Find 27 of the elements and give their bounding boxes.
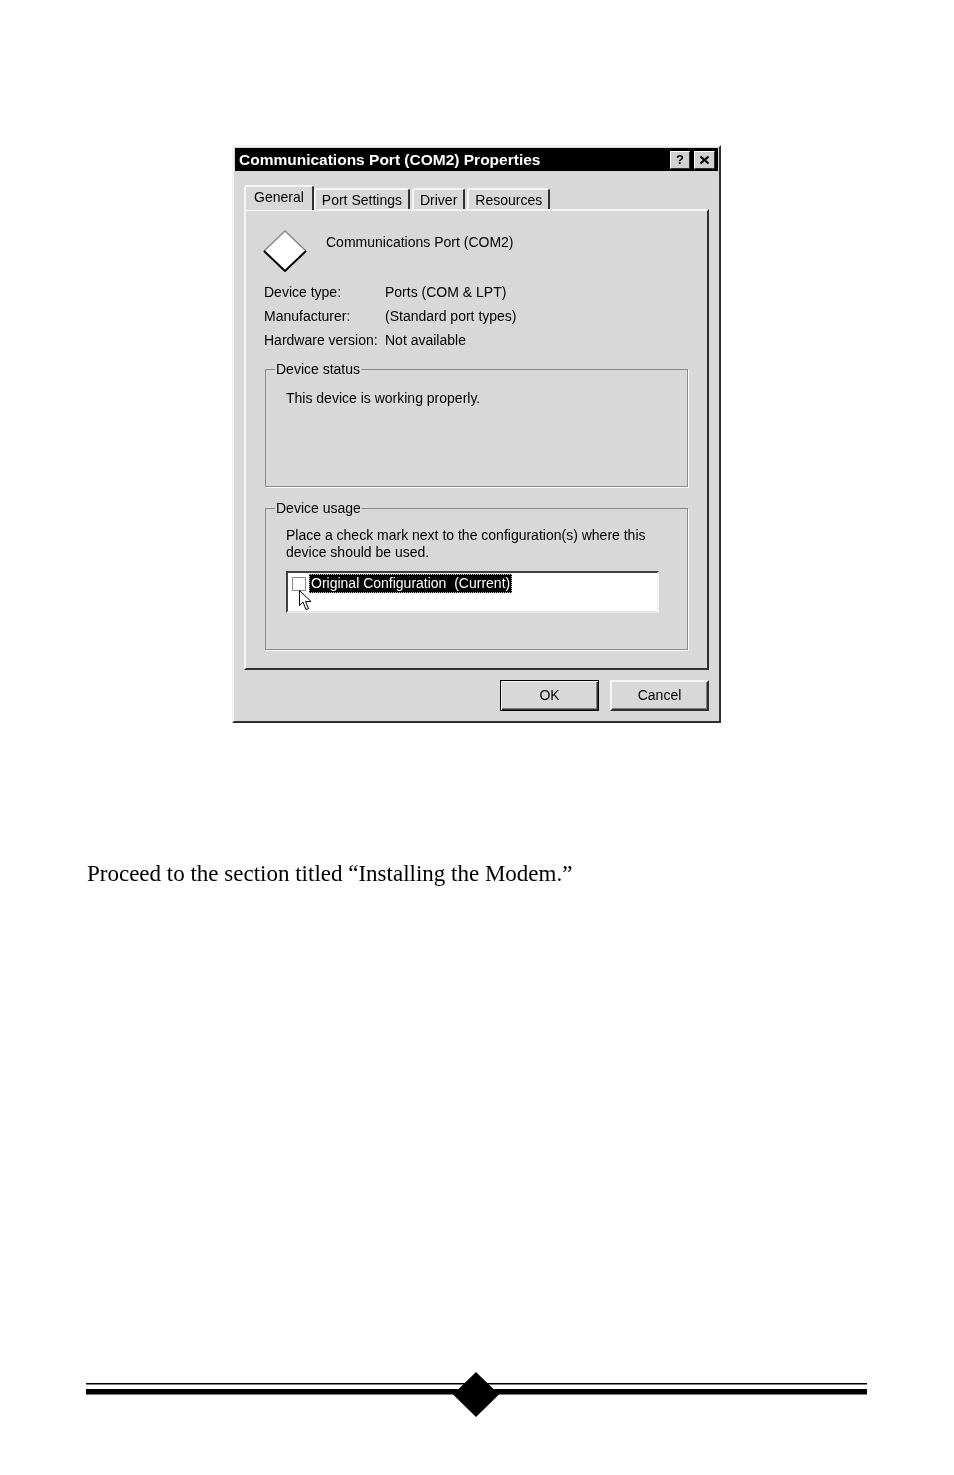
configuration-list[interactable]: Original Configuration (Current) — [286, 571, 659, 613]
group-title: Device usage — [275, 500, 362, 516]
property-label: Hardware version: — [263, 330, 379, 350]
tab[interactable]: General — [244, 185, 314, 210]
dialog-button[interactable]: OK — [500, 680, 599, 711]
tab[interactable]: Driver — [411, 188, 466, 209]
tab[interactable]: Resources — [467, 188, 551, 209]
property-label: Manufacturer: — [263, 306, 352, 326]
diamond-icon — [263, 230, 307, 272]
window-title: Communications Port (COM2) Properties — [239, 151, 541, 168]
property-value: Ports (COM & LPT) — [385, 282, 507, 302]
tab[interactable]: Port Settings — [313, 188, 410, 209]
property-value: Not available — [385, 330, 466, 350]
configuration-item[interactable]: Original Configuration (Current) — [309, 574, 513, 593]
checkbox[interactable] — [292, 576, 306, 591]
device-name: Communications Port (COM2) — [326, 234, 514, 250]
body-text: Proceed to the section titled “Installing the Modem.” — [87, 861, 573, 887]
close-button[interactable] — [694, 150, 715, 169]
group-title: Device status — [275, 361, 362, 377]
status-message: This device is working properly. — [286, 390, 481, 406]
help-button[interactable]: ? — [670, 150, 690, 169]
usage-instruction: Place a check mark next to the configuration(s) where this device should be used. — [286, 527, 646, 561]
dialog-button[interactable]: Cancel — [610, 680, 709, 711]
property-label: Device type: — [263, 282, 343, 302]
property-value: (Standard port types) — [385, 306, 517, 326]
close-icon — [700, 155, 709, 164]
mouse-pointer-icon — [299, 590, 312, 610]
